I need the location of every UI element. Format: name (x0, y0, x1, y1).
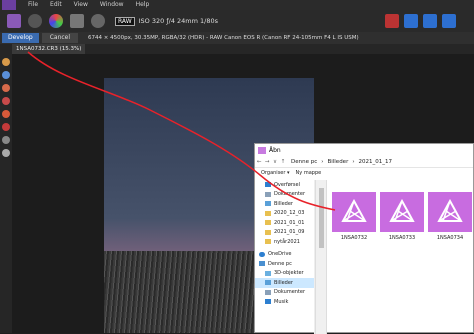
develop-button[interactable]: Develop (2, 33, 39, 43)
blemish-tool-icon[interactable] (2, 110, 10, 118)
photo-persona-icon[interactable] (7, 14, 21, 28)
document-tab[interactable]: 1NSA0732.CR3 (15.3%) (12, 44, 86, 54)
pictures-icon (265, 280, 271, 286)
overlay-gradient-tool-icon[interactable] (2, 136, 10, 144)
file-item[interactable]: 1NSA0732 (331, 192, 377, 241)
folder-icon (265, 210, 271, 216)
file-name: 1NSA0734 (436, 235, 464, 241)
menu-edit[interactable]: Edit (50, 0, 62, 10)
nav-item-documents-pc[interactable]: Dokumenter (255, 288, 314, 298)
persona-toolbar: RAW ISO 320 ƒ/4 24mm 1/80s (0, 10, 474, 32)
nav-scrollbar[interactable] (315, 180, 327, 334)
tone-map-persona-icon[interactable] (70, 14, 84, 28)
zoom-tool-icon[interactable] (2, 71, 10, 79)
cancel-button[interactable]: Cancel (41, 33, 79, 43)
menu-view[interactable]: View (74, 0, 88, 10)
nav-item-documents[interactable]: Dokumenter (255, 190, 314, 200)
forward-icon[interactable]: → (263, 159, 271, 165)
nav-item-music[interactable]: Musik (255, 297, 314, 307)
clipping-tones-icon[interactable] (423, 14, 437, 28)
nav-item-folder-nytaar[interactable]: nytår2021 (255, 237, 314, 247)
navigation-pane: Overførsel Dokumenter Billeder 2020_12_0… (255, 180, 315, 334)
nav-item-onedrive[interactable]: OneDrive (255, 250, 314, 260)
file-name: 1NSA0733 (388, 235, 416, 241)
dialog-title: Åbn (269, 146, 281, 154)
nav-item-folder-2020-12-03[interactable]: 2020_12_03 (255, 209, 314, 219)
recent-icon[interactable]: ∨ (271, 159, 279, 165)
aperture-icon (380, 192, 424, 232)
develop-persona-icon[interactable] (49, 14, 63, 28)
open-file-dialog: Åbn ← → ∨ ↑ Denne pc › Billeder › 2021_0… (254, 143, 474, 334)
dialog-title-bar: Åbn (255, 144, 473, 156)
cloud-icon (259, 251, 265, 257)
breadcrumb-denne-pc[interactable]: Denne pc (291, 159, 317, 165)
scrollbar-thumb[interactable] (319, 188, 324, 248)
app-logo-icon (2, 0, 16, 10)
file-name: 1NSA0732 (340, 235, 368, 241)
tools-panel (0, 44, 12, 333)
nav-item-downloads[interactable]: Overførsel (255, 180, 314, 190)
file-item[interactable]: 1NSA0734 (427, 192, 473, 241)
nav-item-folder-2021-01-09[interactable]: 2021_01_09 (255, 228, 314, 238)
exposure-info: ISO 320 ƒ/4 24mm 1/80s (138, 17, 219, 25)
aperture-icon (332, 192, 376, 232)
pictures-icon (265, 201, 271, 207)
up-icon[interactable]: ↑ (279, 159, 287, 165)
menu-help[interactable]: Help (136, 0, 150, 10)
document-icon (265, 191, 271, 197)
nav-item-folder-2021-01-01[interactable]: 2021_01_01 (255, 218, 314, 228)
export-persona-icon[interactable] (91, 14, 105, 28)
nav-item-3d-objects[interactable]: 3D-objekter (255, 269, 314, 279)
clipping-highlights-icon[interactable] (385, 14, 399, 28)
overlay-paint-tool-icon[interactable] (2, 123, 10, 131)
affinity-icon (258, 146, 266, 154)
hand-tool-icon[interactable] (2, 58, 10, 66)
breadcrumb-sep-icon: › (321, 158, 324, 165)
cube-icon (265, 270, 271, 276)
command-bar: Organiser ▾ Ny mappe (255, 168, 473, 178)
breadcrumb-sep-icon: › (352, 158, 355, 165)
folder-icon (265, 220, 271, 226)
folder-icon (265, 239, 271, 245)
image-info: 6744 × 4500px, 30.35MP, RGBA/32 (HDR) - … (88, 35, 359, 41)
nav-item-pictures[interactable]: Billeder (255, 199, 314, 209)
organize-button[interactable]: Organiser ▾ (261, 170, 290, 176)
breadcrumb-folder[interactable]: 2021_01_17 (359, 159, 393, 165)
clipping-shadows-icon[interactable] (404, 14, 418, 28)
document-icon (265, 289, 271, 295)
download-icon (265, 182, 271, 188)
nav-item-pictures-pc[interactable]: Billeder (255, 278, 314, 288)
address-bar[interactable]: ← → ∨ ↑ Denne pc › Billeder › 2021_01_17 (255, 156, 473, 168)
raw-badge: RAW (115, 16, 135, 26)
aperture-icon (428, 192, 472, 232)
split-view-icon[interactable] (442, 14, 456, 28)
file-list: 1NSA0732 1NSA0733 1NSA0734 (331, 192, 474, 241)
file-item[interactable]: 1NSA0733 (379, 192, 425, 241)
overlay-erase-tool-icon[interactable] (2, 149, 10, 157)
liquify-persona-icon[interactable] (28, 14, 42, 28)
music-icon (265, 299, 271, 305)
menu-bar: File Edit View Window Help (0, 0, 474, 10)
breadcrumb-billeder[interactable]: Billeder (327, 159, 348, 165)
white-balance-tool-icon[interactable] (2, 84, 10, 92)
menu-window[interactable]: Window (100, 0, 124, 10)
computer-icon (259, 261, 265, 267)
red-eye-tool-icon[interactable] (2, 97, 10, 105)
new-folder-button[interactable]: Ny mappe (296, 170, 322, 176)
nav-item-this-pc[interactable]: Denne pc (255, 259, 314, 269)
document-tab-bar: 1NSA0732.CR3 (15.3%) (12, 44, 474, 54)
menu-file[interactable]: File (28, 0, 38, 10)
develop-context-bar: Develop Cancel 6744 × 4500px, 30.35MP, R… (0, 32, 474, 44)
back-icon[interactable]: ← (255, 159, 263, 165)
folder-icon (265, 229, 271, 235)
